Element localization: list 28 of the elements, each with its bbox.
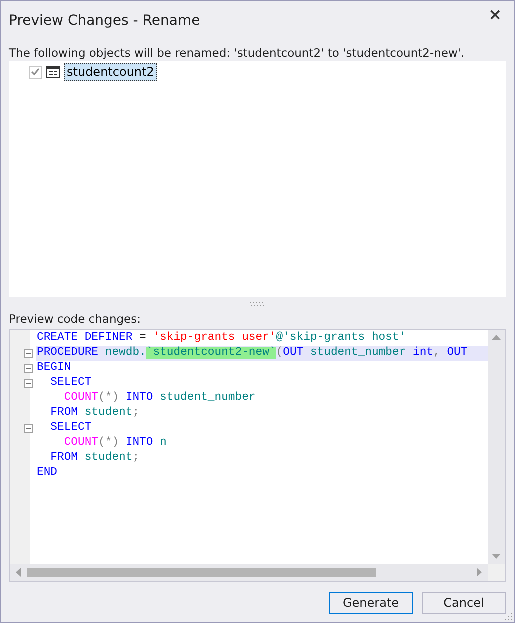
resize-grip-icon[interactable] [505, 613, 513, 621]
collapse-icon[interactable] [24, 349, 32, 358]
code-line: CREATE DEFINER = 'skip-grants user'@'skip-grants host' [36, 331, 408, 346]
horizontal-scrollbar[interactable] [10, 564, 488, 581]
code-line: SELECT [50, 376, 93, 391]
scroll-right-icon[interactable] [477, 568, 482, 577]
code-line: FROM student; [50, 406, 141, 421]
scrollbar-thumb[interactable] [27, 568, 376, 577]
scroll-left-icon[interactable] [16, 568, 21, 577]
dialog-button[interactable]: Cancel [422, 592, 506, 614]
code-line: COUNT(*) INTO student_number [63, 391, 257, 406]
collapse-icon[interactable] [24, 424, 32, 433]
message-text: The following objects will be renamed: 'studentcount2' to 'studentcount2-new'. [9, 45, 466, 61]
dialog-button[interactable]: Generate [329, 592, 413, 614]
collapse-icon[interactable] [24, 364, 32, 373]
code-changes-label: Preview code changes: [9, 311, 142, 327]
code-line: BEGIN [36, 361, 72, 376]
code-line: COUNT(*) INTO n [63, 436, 168, 451]
vertical-scrollbar[interactable] [488, 330, 505, 564]
scroll-down-icon[interactable] [492, 554, 501, 559]
code-line: FROM student; [50, 451, 141, 466]
collapse-icon[interactable] [24, 379, 32, 388]
table-icon [46, 66, 60, 78]
scroll-up-icon[interactable] [492, 335, 501, 340]
code-line: END [36, 466, 59, 481]
code-line: SELECT [50, 421, 93, 436]
close-button[interactable]: × [484, 3, 506, 27]
window-title: Preview Changes - Rename [9, 12, 200, 30]
